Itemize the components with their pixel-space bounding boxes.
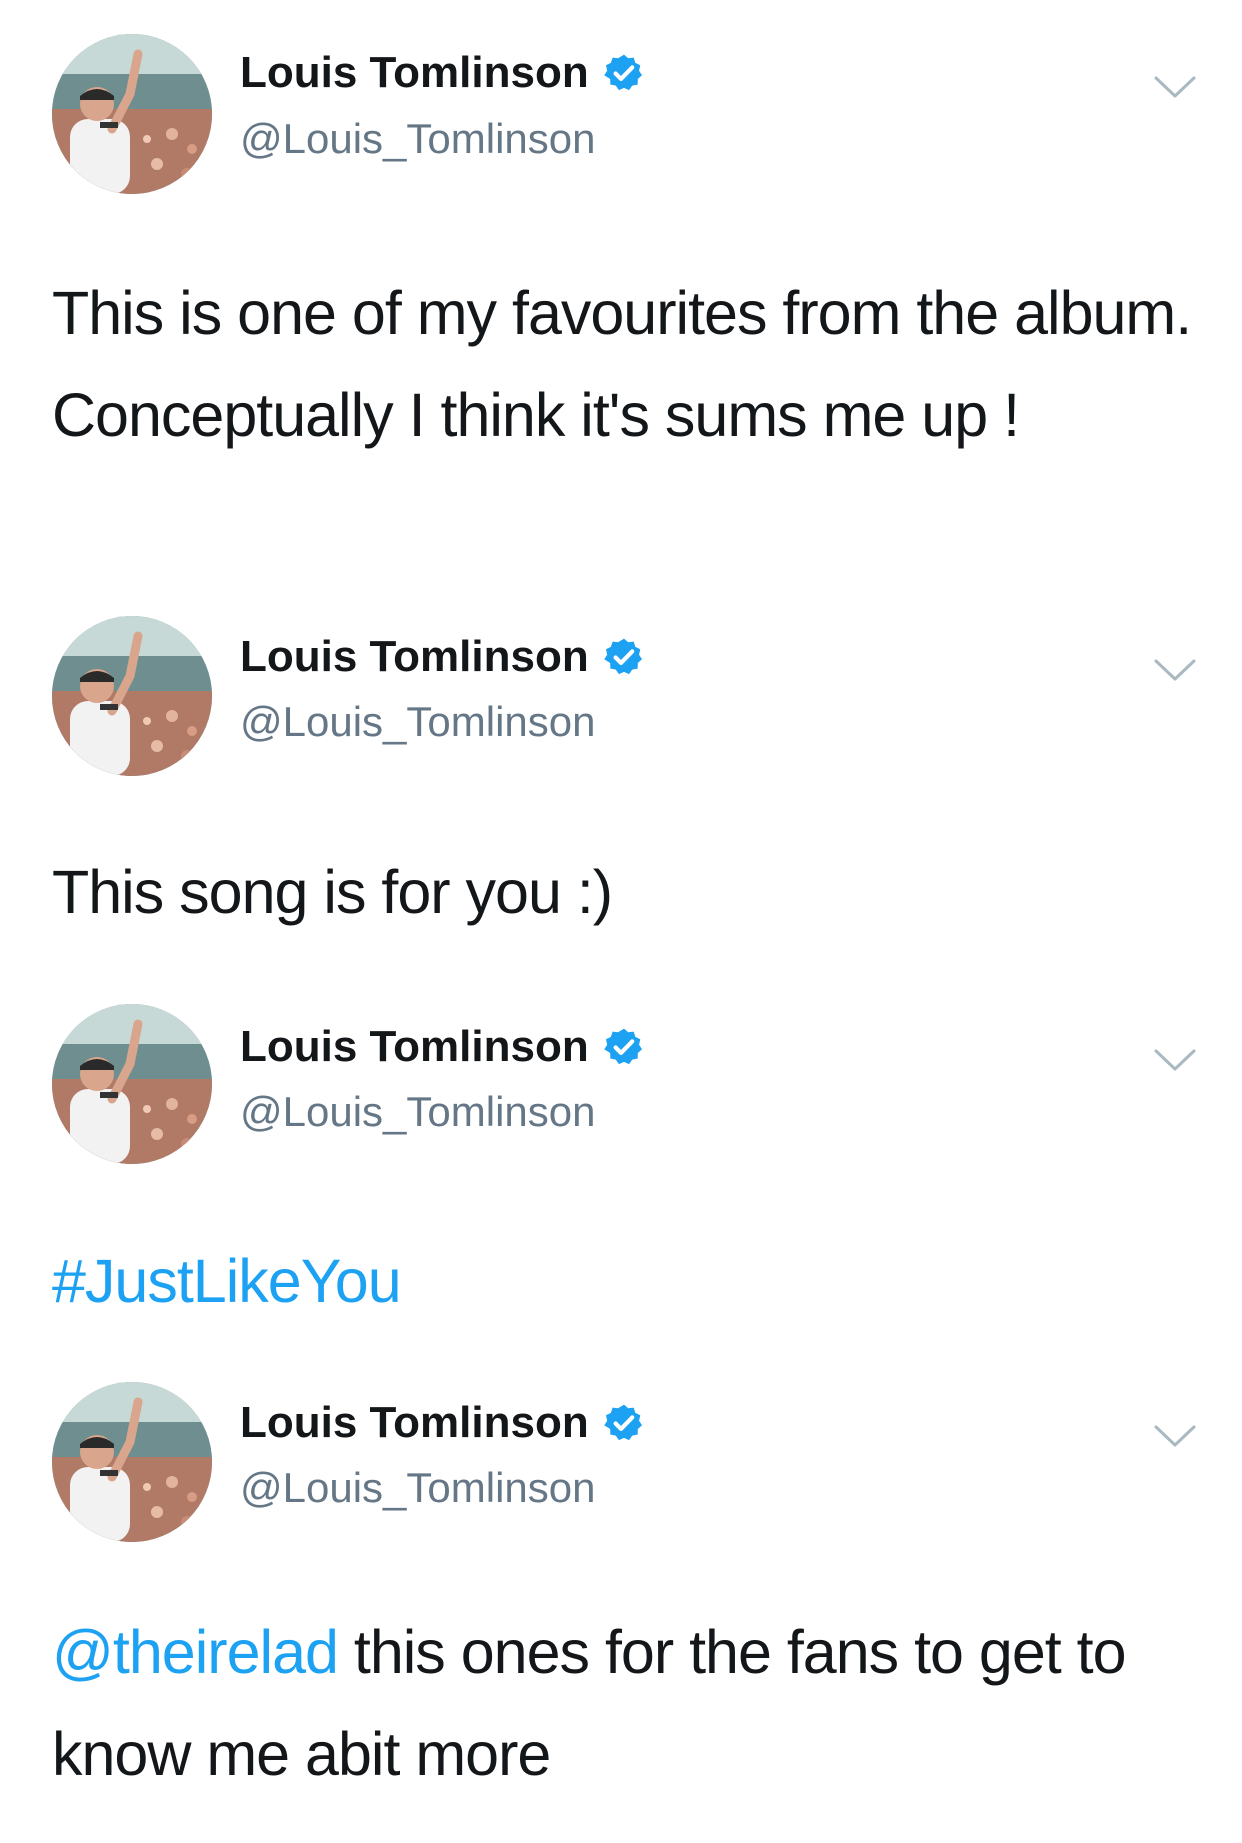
avatar[interactable]: [52, 1004, 212, 1164]
author-name-row: Louis Tomlinson: [240, 632, 645, 682]
chevron-down-icon[interactable]: [1150, 1421, 1200, 1451]
avatar-image: [52, 616, 212, 776]
author-handle[interactable]: @Louis_Tomlinson: [240, 1464, 595, 1512]
avatar-image: [52, 1004, 212, 1164]
avatar[interactable]: [52, 616, 212, 776]
tweet-text: This is one of my favourites from the al…: [52, 279, 1192, 449]
avatar-image: [52, 1382, 212, 1542]
author-name[interactable]: Louis Tomlinson: [240, 48, 589, 98]
tweet-text: This song is for you :): [52, 858, 613, 926]
verified-badge-icon: [603, 1404, 642, 1441]
verified-badge-icon: [603, 1028, 642, 1065]
author-name[interactable]: Louis Tomlinson: [240, 1022, 589, 1072]
avatar[interactable]: [52, 34, 212, 194]
chevron-down-icon[interactable]: [1150, 72, 1200, 102]
chevron-down-icon[interactable]: [1150, 655, 1200, 685]
author-name[interactable]: Louis Tomlinson: [240, 1398, 589, 1448]
chevron-down-icon[interactable]: [1150, 1045, 1200, 1075]
author-handle[interactable]: @Louis_Tomlinson: [240, 1088, 595, 1136]
author-name-row: Louis Tomlinson: [240, 1022, 645, 1072]
verified-badge-icon: [603, 638, 642, 675]
hashtag-link[interactable]: #JustLikeYou: [52, 1247, 402, 1315]
author-name-row: Louis Tomlinson: [240, 48, 645, 98]
author-handle[interactable]: @Louis_Tomlinson: [240, 115, 595, 163]
author-name[interactable]: Louis Tomlinson: [240, 632, 589, 682]
author-handle[interactable]: @Louis_Tomlinson: [240, 698, 595, 746]
avatar-image: [52, 34, 212, 194]
mention-link[interactable]: @theirelad: [52, 1618, 339, 1686]
tweet-text: @theirelad this ones for the fans to get…: [52, 1601, 1202, 1805]
tweet-text: #JustLikeYou: [52, 1230, 1202, 1332]
author-name-row: Louis Tomlinson: [240, 1398, 645, 1448]
verified-badge-icon: [603, 54, 642, 91]
avatar[interactable]: [52, 1382, 212, 1542]
